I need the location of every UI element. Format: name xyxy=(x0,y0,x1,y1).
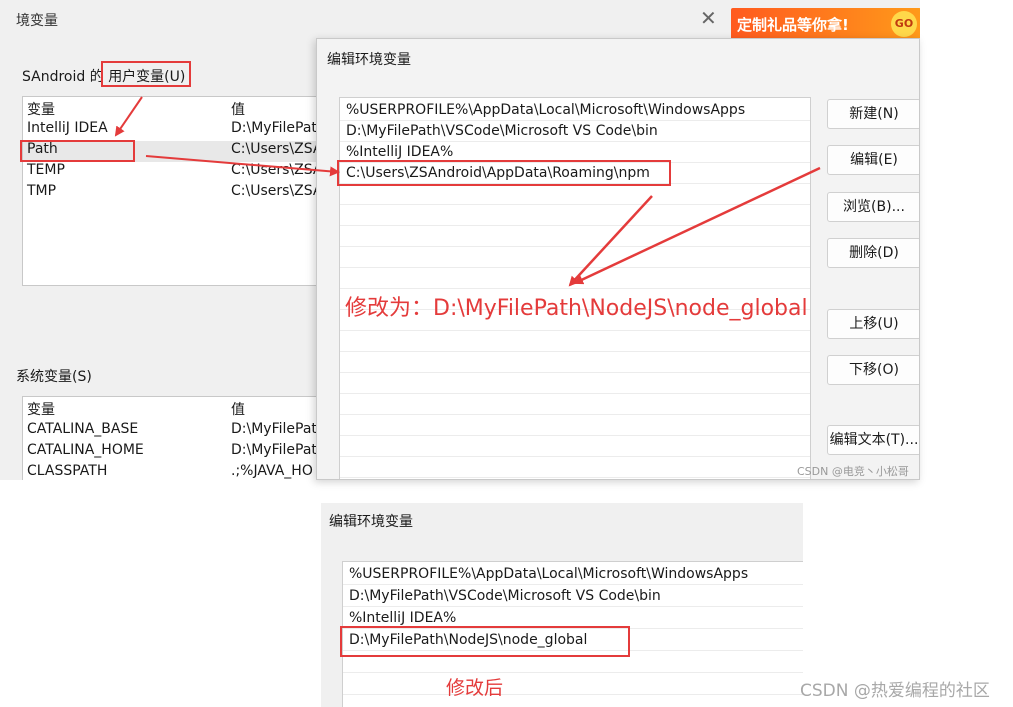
edit-button[interactable]: 编辑(E) xyxy=(827,145,919,175)
window-title: 境变量 xyxy=(16,13,58,29)
ad-text: 定制礼品等你拿! xyxy=(737,16,849,34)
empty-list-row[interactable] xyxy=(340,184,810,205)
empty-list-row[interactable] xyxy=(340,205,810,226)
empty-list-row[interactable] xyxy=(340,415,810,436)
empty-list-row[interactable] xyxy=(340,247,810,268)
variable-name: IntelliJ IDEA xyxy=(27,120,108,136)
list-item[interactable]: D:\MyFilePath\VSCode\Microsoft VS Code\b… xyxy=(340,121,810,142)
list-item[interactable]: D:\MyFilePath\VSCode\Microsoft VS Code\b… xyxy=(343,586,803,607)
variable-name: CATALINA_HOME xyxy=(27,442,144,458)
list-item[interactable]: %USERPROFILE%\AppData\Local\Microsoft\Wi… xyxy=(343,564,803,585)
table-header: 变量 值 xyxy=(23,99,321,120)
table-row[interactable]: CLASSPATH .;%JAVA_HO xyxy=(23,463,321,480)
variable-value: D:\MyFilePat xyxy=(231,442,317,458)
variable-name: TMP xyxy=(27,183,57,199)
variable-name: CATALINA_BASE xyxy=(27,421,139,437)
table-row[interactable]: CATALINA_HOME D:\MyFilePat xyxy=(23,442,321,463)
delete-button[interactable]: 删除(D) xyxy=(827,238,919,268)
empty-list-row[interactable] xyxy=(340,436,810,457)
column-header-value: 值 xyxy=(231,402,245,418)
empty-list-row[interactable] xyxy=(340,394,810,415)
edit-environment-variable-dialog-after: 编辑环境变量 %USERPROFILE%\AppData\Local\Micro… xyxy=(321,503,803,707)
system-variables-section: 系统变量(S) xyxy=(16,369,92,385)
column-header-variable: 变量 xyxy=(27,102,55,118)
variable-value: D:\MyFilePat xyxy=(231,120,317,136)
variable-value: C:\Users\ZSA xyxy=(231,141,323,157)
highlight-node-global-entry xyxy=(340,626,630,657)
column-header-value: 值 xyxy=(231,102,245,118)
table-row[interactable]: TEMP C:\Users\ZSA xyxy=(23,162,323,183)
dialog-title: 编辑环境变量 xyxy=(327,52,411,68)
table-header: 变量 值 xyxy=(23,399,321,420)
move-up-button[interactable]: 上移(U) xyxy=(827,309,919,339)
table-row[interactable]: CATALINA_BASE D:\MyFilePat xyxy=(23,421,321,442)
variable-value: D:\MyFilePat xyxy=(231,421,317,437)
edit-environment-variable-dialog: 编辑环境变量 %USERPROFILE%\AppData\Local\Micro… xyxy=(316,38,920,480)
footer-watermark: CSDN @热爱编程的社区 xyxy=(800,681,990,701)
ad-banner[interactable]: 定制礼品等你拿! GO xyxy=(731,8,920,40)
close-icon[interactable]: ✕ xyxy=(700,6,717,30)
edit-text-button[interactable]: 编辑文本(T)... xyxy=(827,425,919,455)
move-down-button[interactable]: 下移(O) xyxy=(827,355,919,385)
browse-button[interactable]: 浏览(B)... xyxy=(827,192,919,222)
variable-value: C:\Users\ZSA xyxy=(231,183,323,199)
highlight-npm-entry xyxy=(337,160,671,186)
empty-list-row[interactable] xyxy=(340,268,810,289)
column-header-variable: 变量 xyxy=(27,402,55,418)
empty-list-row[interactable] xyxy=(340,373,810,394)
list-item[interactable]: %USERPROFILE%\AppData\Local\Microsoft\Wi… xyxy=(340,100,810,121)
after-annotation: 修改后 xyxy=(446,677,504,699)
highlight-user-variables xyxy=(101,61,191,87)
user-variables-table: 变量 值 IntelliJ IDEA D:\MyFilePat Path C:\… xyxy=(22,96,322,286)
path-entries-list: %USERPROFILE%\AppData\Local\Microsoft\Wi… xyxy=(339,97,811,479)
table-row[interactable]: TMP C:\Users\ZSA xyxy=(23,183,323,204)
variable-value: C:\Users\ZSA xyxy=(231,162,323,178)
variable-value: .;%JAVA_HO xyxy=(231,463,313,479)
user-section-prefix: SAndroid 的 xyxy=(22,69,104,85)
dialog-title: 编辑环境变量 xyxy=(329,514,413,530)
csdn-watermark: CSDN @电竞丶小松哥 xyxy=(797,465,909,478)
table-row[interactable]: IntelliJ IDEA D:\MyFilePat xyxy=(23,120,321,141)
highlight-path-row xyxy=(20,140,135,162)
empty-list-row[interactable] xyxy=(343,674,803,695)
new-button[interactable]: 新建(N) xyxy=(827,99,919,129)
empty-list-row[interactable] xyxy=(340,331,810,352)
system-variables-table: 变量 值 CATALINA_BASE D:\MyFilePat CATALINA… xyxy=(22,396,322,480)
empty-list-row[interactable] xyxy=(340,352,810,373)
empty-list-row[interactable] xyxy=(340,226,810,247)
modify-to-annotation: 修改为：D:\MyFilePath\NodeJS\node_global xyxy=(345,296,808,321)
ad-go-button[interactable]: GO xyxy=(891,11,917,37)
variable-name: TEMP xyxy=(27,162,65,178)
empty-list-row[interactable] xyxy=(340,457,810,478)
variable-name: CLASSPATH xyxy=(27,463,108,479)
